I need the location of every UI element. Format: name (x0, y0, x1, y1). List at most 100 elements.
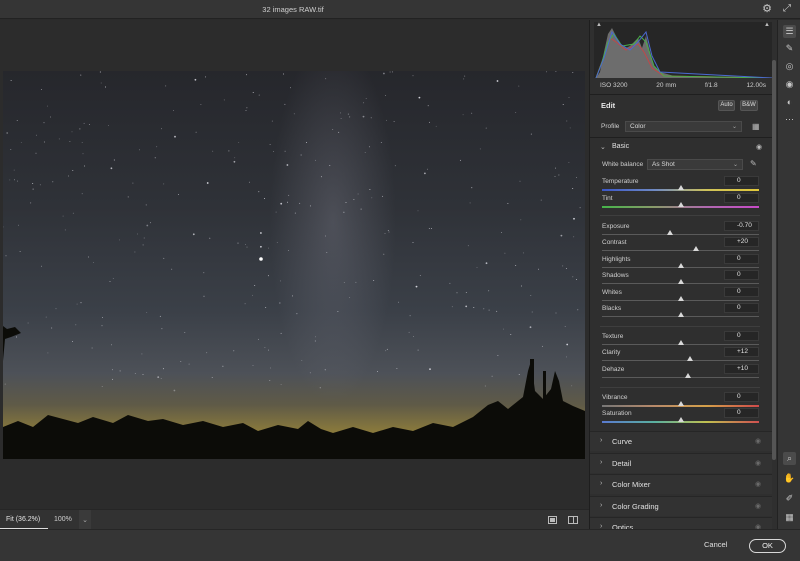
slider-value-input[interactable]: 0 (724, 193, 759, 203)
slider-value-input[interactable]: 0 (724, 287, 759, 297)
focal-length-value: 20 mm (656, 82, 677, 89)
eyedropper-icon[interactable]: ✎ (750, 159, 757, 168)
slider-track[interactable] (602, 250, 759, 251)
mask-icon[interactable]: ◎ (783, 60, 796, 73)
slider-value-input[interactable]: +12 (724, 347, 759, 357)
slider-label: Vibrance (602, 394, 628, 401)
red-eye-icon[interactable]: ◉ (783, 78, 796, 91)
slider-thumb[interactable] (686, 356, 693, 361)
slider-thumb[interactable] (677, 401, 684, 406)
before-after-icon[interactable] (568, 516, 578, 524)
slider-thumb[interactable] (677, 296, 684, 301)
star (101, 385, 103, 387)
star (496, 80, 499, 82)
slider-value-input[interactable]: 0 (724, 392, 759, 402)
sampler-icon[interactable]: ✐ (783, 492, 796, 505)
slider-value-input[interactable]: 0 (724, 270, 759, 280)
section-detail[interactable]: › Detail ◉ (590, 452, 772, 473)
panel-scrollbar[interactable] (772, 60, 776, 460)
bw-button[interactable]: B&W (740, 100, 758, 111)
slider-value-input[interactable]: 0 (724, 303, 759, 313)
slider-value-input[interactable]: 0 (724, 254, 759, 264)
slider-value-input[interactable]: 0 (724, 408, 759, 418)
star (541, 345, 543, 347)
highlight-clipping-icon[interactable]: ▲ (764, 22, 770, 28)
slider-temperature[interactable]: Temperature 0 (602, 176, 760, 194)
slider-saturation[interactable]: Saturation 0 (602, 408, 760, 426)
single-view-icon[interactable] (548, 516, 557, 524)
auto-button[interactable]: Auto (718, 100, 735, 111)
zoom-icon[interactable]: ⌕ (783, 452, 796, 465)
eye-icon[interactable]: ◉ (755, 437, 761, 445)
profile-select[interactable]: Color ⌄ (625, 121, 742, 132)
star (244, 303, 246, 305)
star (576, 279, 577, 280)
slider-thumb[interactable] (677, 279, 684, 284)
edit-sliders-icon[interactable]: ☰ (783, 25, 796, 38)
star (382, 195, 384, 197)
gear-icon[interactable]: ⚙ (761, 3, 773, 15)
slider-shadows[interactable]: Shadows 0 (602, 270, 760, 288)
section-optics[interactable]: › Optics ◉ (590, 517, 772, 529)
section-basic[interactable]: ⌄ Basic ◉ (590, 140, 772, 156)
cancel-button[interactable]: Cancel (704, 540, 727, 549)
star (112, 378, 114, 380)
ok-button[interactable]: OK (749, 539, 786, 553)
slider-tint[interactable]: Tint 0 (602, 193, 760, 211)
grid-icon[interactable]: ▦ (783, 511, 796, 524)
eye-icon[interactable]: ◉ (755, 459, 761, 467)
star (32, 183, 34, 185)
slider-thumb[interactable] (685, 373, 692, 378)
slider-thumb[interactable] (677, 263, 684, 268)
slider-track[interactable] (602, 234, 759, 235)
slider-thumb[interactable] (677, 340, 684, 345)
slider-label: Saturation (602, 410, 632, 417)
more-icon[interactable]: ⋯ (783, 113, 796, 126)
slider-thumb[interactable] (666, 230, 673, 235)
heal-brush-icon[interactable]: ✎ (783, 42, 796, 55)
slider-thumb[interactable] (677, 417, 684, 422)
slider-value-input[interactable]: -0.70 (724, 221, 759, 231)
zoom-100-button[interactable]: 100% (54, 516, 72, 523)
star (413, 335, 414, 337)
expand-icon[interactable]: ⤢ (781, 3, 793, 15)
slider-track[interactable] (602, 377, 759, 378)
photo-preview[interactable] (3, 71, 585, 459)
shadow-clipping-icon[interactable]: ▲ (596, 22, 602, 28)
bright-star (259, 257, 263, 261)
slider-value-input[interactable]: +20 (724, 237, 759, 247)
slider-thumb[interactable] (677, 312, 684, 317)
slider-track[interactable] (602, 360, 759, 361)
eye-icon[interactable]: ◉ (756, 143, 762, 151)
slider-contrast[interactable]: Contrast +20 (602, 237, 760, 255)
slider-value-input[interactable]: 0 (724, 176, 759, 186)
section-color-mixer[interactable]: › Color Mixer ◉ (590, 474, 772, 494)
star (349, 297, 351, 299)
section-curve[interactable]: › Curve ◉ (590, 431, 772, 451)
star (386, 348, 388, 350)
profile-browser-icon[interactable]: ▦ (752, 122, 761, 131)
slider-clarity[interactable]: Clarity +12 (602, 347, 760, 365)
slider-value-input[interactable]: 0 (724, 331, 759, 341)
chevron-down-icon[interactable]: ⌄ (79, 510, 91, 530)
eye-icon[interactable]: ◉ (755, 480, 761, 488)
title-bar: 32 images RAW.tif ⚙ ⤢ (0, 0, 800, 19)
hand-icon[interactable]: ✋ (783, 472, 796, 485)
star (324, 369, 326, 371)
slider-thumb[interactable] (693, 246, 700, 251)
slider-thumb[interactable] (677, 202, 684, 207)
slider-thumb[interactable] (677, 185, 684, 190)
star (101, 325, 103, 327)
fit-zoom-button[interactable]: Fit (36.2%) (0, 510, 48, 530)
presets-icon[interactable]: ◐ (783, 96, 796, 109)
star (280, 332, 282, 334)
section-color-grading[interactable]: › Color Grading ◉ (590, 495, 772, 516)
star (419, 275, 421, 276)
slider-dehaze[interactable]: Dehaze +10 (602, 364, 760, 382)
eye-icon[interactable]: ◉ (755, 502, 761, 510)
white-balance-select[interactable]: As Shot ⌄ (647, 159, 743, 170)
slider-blacks[interactable]: Blacks 0 (602, 303, 760, 321)
slider-value-input[interactable]: +10 (724, 364, 759, 374)
star (538, 268, 540, 270)
star (345, 202, 347, 203)
